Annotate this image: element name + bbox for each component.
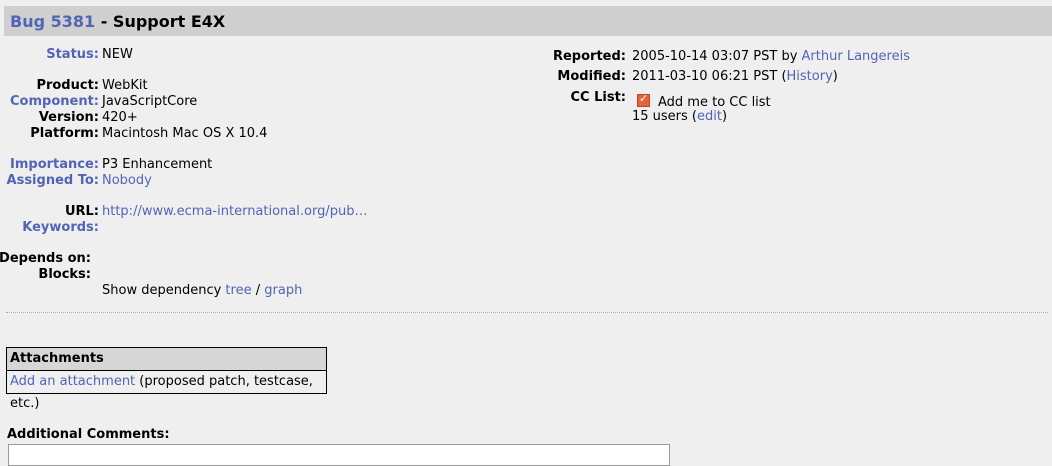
status-label[interactable]: Status: [46,47,99,62]
url-label: URL: [64,204,99,219]
platform-label: Platform: [30,126,99,141]
dependency-slash: / [255,283,261,298]
history-link[interactable]: History [787,69,833,84]
version-label: Version: [38,110,99,125]
component-value: JavaScriptCore [102,94,198,109]
bug-summary: - Support E4X [95,12,226,31]
section-divider [6,312,1048,313]
cc-checkbox-label: Add me to CC list [658,95,771,110]
cc-users-count: 15 users ( [632,109,698,124]
depends-on-label: Depends on: [0,251,91,266]
dependency-tree-link[interactable]: tree [225,283,251,298]
keywords-label[interactable]: Keywords: [22,220,99,235]
status-value: NEW [102,47,133,62]
reported-label: Reported: [552,49,626,64]
platform-value: Macintosh Mac OS X 10.4 [102,126,268,141]
bug-number-link[interactable]: Bug 5381 [10,12,95,31]
attachments-add-row: Add an attachment (proposed patch, testc… [7,371,326,415]
assigned-to-label[interactable]: Assigned To: [7,173,99,188]
product-value: WebKit [102,78,148,93]
additional-comments-label: Additional Comments: [7,427,170,442]
bug-title: Bug 5381 - Support E4X [10,12,225,31]
additional-comments-textarea[interactable] [8,444,670,466]
dependency-row: Show dependency tree / graph [102,283,302,298]
url-link[interactable]: http://www.ecma-international.org/pub… [102,204,367,219]
attachments-table: Attachments Add an attachment (proposed … [6,347,327,411]
attachments-header: Attachments [7,348,326,371]
product-label: Product: [36,78,99,93]
component-label[interactable]: Component: [10,94,99,109]
bug-title-bar: Bug 5381 - Support E4X [4,6,1052,36]
modified-label: Modified: [557,69,626,84]
cc-list-label: CC List: [570,90,627,105]
modified-value: 2011-03-10 06:21 PST (History) [632,69,838,84]
importance-label[interactable]: Importance: [10,157,99,172]
version-value: 420+ [102,110,138,125]
cc-checkbox[interactable] [637,92,650,107]
dependency-prefix: Show dependency [102,283,222,298]
modified-date: 2011-03-10 06:21 PST ( [632,69,787,84]
cc-add-row[interactable]: Add me to CC list [637,92,771,110]
assignee-link[interactable]: Nobody [102,173,152,188]
cc-close-paren: ) [721,109,728,124]
modified-close-paren: ) [832,69,838,84]
cc-users-row: 15 users (edit) [632,109,727,124]
add-attachment-link[interactable]: Add an attachment [10,374,135,389]
dependency-graph-link[interactable]: graph [264,283,302,298]
blocks-label: Blocks: [38,267,91,282]
reporter-link[interactable]: Arthur Langereis [802,49,910,64]
reported-date: 2005-10-14 03:07 PST by [632,49,798,64]
reported-value: 2005-10-14 03:07 PST by Arthur Langereis [632,49,910,64]
importance-value: P3 Enhancement [102,157,213,172]
cc-edit-link[interactable]: edit [697,109,722,124]
